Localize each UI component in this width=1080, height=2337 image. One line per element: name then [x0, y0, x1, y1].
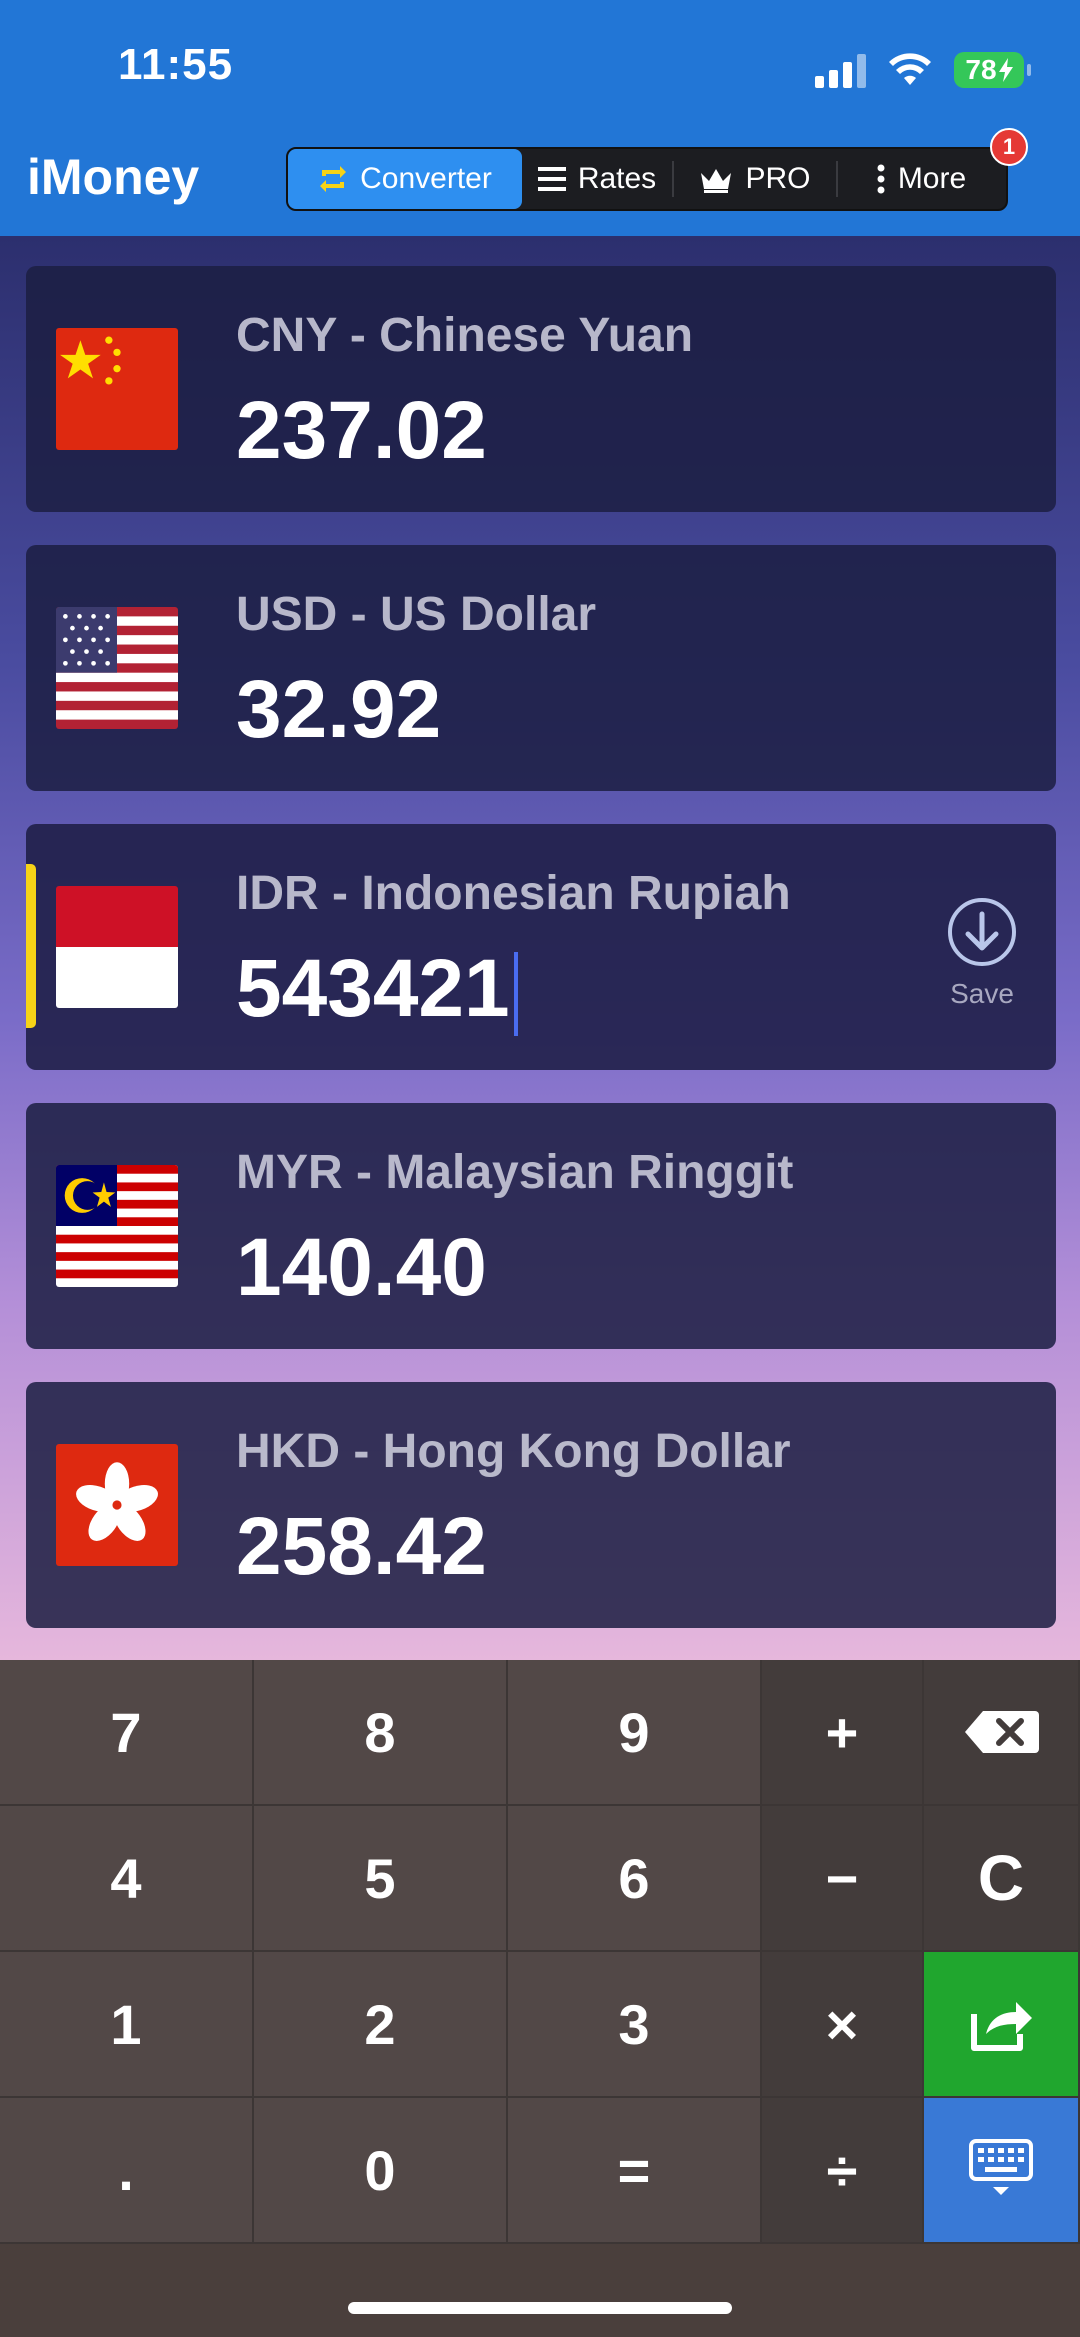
tab-more-label: More: [897, 162, 967, 195]
key-4[interactable]: 4: [0, 1806, 254, 1952]
currency-row-usd[interactable]: USD - US Dollar 32.92: [26, 545, 1056, 791]
tab-pro-label: PRO: [745, 162, 811, 195]
currency-amount: 543421: [236, 943, 510, 1034]
share-icon: [971, 2002, 1032, 2051]
home-indicator[interactable]: [348, 2302, 732, 2314]
key-0[interactable]: 0: [254, 2098, 508, 2244]
currency-amount: 140.40: [236, 1222, 487, 1313]
key-plus[interactable]: +: [762, 1660, 924, 1806]
battery-level: 78: [965, 54, 997, 85]
selected-indicator: [26, 864, 36, 1028]
save-button[interactable]: Save: [942, 896, 1022, 1010]
key-multiply[interactable]: ×: [762, 1952, 924, 2098]
currency-row-idr[interactable]: IDR - Indonesian Rupiah 543421 Save: [26, 824, 1056, 1070]
tab-converter[interactable]: Converter: [288, 149, 522, 209]
tab-pro[interactable]: PRO: [674, 149, 836, 209]
key-divide[interactable]: ÷: [762, 2098, 924, 2244]
hongkong-flag-icon: [56, 1444, 178, 1566]
status-icons: 78: [815, 50, 1031, 90]
notification-badge: 1: [990, 128, 1028, 166]
key-1[interactable]: 1: [0, 1952, 254, 2098]
currency-amount-input[interactable]: 543421: [236, 942, 518, 1037]
app-title: iMoney: [27, 149, 200, 205]
crown-icon: [701, 169, 732, 193]
currency-amount: 258.42: [236, 1501, 487, 1592]
key-9[interactable]: 9: [508, 1660, 762, 1806]
indonesia-flag-icon: [56, 886, 178, 1008]
us-flag-icon: [56, 607, 178, 729]
key-minus[interactable]: −: [762, 1806, 924, 1952]
currency-name: CNY - Chinese Yuan: [236, 309, 694, 362]
tab-rates[interactable]: Rates: [522, 149, 672, 209]
currency-amount: 32.92: [236, 664, 442, 755]
tab-converter-label: Converter: [360, 162, 492, 195]
wifi-icon: [889, 53, 931, 85]
currency-row-hkd[interactable]: HKD - Hong Kong Dollar 258.42: [26, 1382, 1056, 1628]
charging-bolt-icon: [998, 58, 1013, 82]
calculator-keypad: 7 8 9 + 4 5 6 − C 1 2 3 × . 0 = ÷: [0, 1660, 1080, 2337]
currency-name: IDR - Indonesian Rupiah: [236, 867, 791, 920]
app-header: 11:55 78 iMoney Converter Rates PRO More…: [0, 0, 1080, 236]
swap-icon: [320, 166, 347, 192]
converter-list: CNY - Chinese Yuan 237.02 USD - US Dolla: [0, 236, 1080, 1660]
battery-icon: 78: [954, 52, 1031, 88]
list-icon: [537, 167, 566, 191]
currency-row-myr[interactable]: MYR - Malaysian Ringgit 140.40: [26, 1103, 1056, 1349]
key-equals[interactable]: =: [508, 2098, 762, 2244]
currency-row-cny[interactable]: CNY - Chinese Yuan 237.02: [26, 266, 1056, 512]
save-label: Save: [950, 978, 1014, 1009]
key-5[interactable]: 5: [254, 1806, 508, 1952]
backspace-icon: [965, 1711, 1039, 1753]
key-8[interactable]: 8: [254, 1660, 508, 1806]
backspace-key[interactable]: [924, 1660, 1080, 1806]
nav-segmented-control: Converter Rates PRO More: [286, 147, 1008, 211]
china-flag-icon: [56, 328, 178, 450]
key-2[interactable]: 2: [254, 1952, 508, 2098]
keyboard-key[interactable]: [924, 2098, 1080, 2244]
key-6[interactable]: 6: [508, 1806, 762, 1952]
tab-rates-label: Rates: [577, 162, 657, 195]
key-7[interactable]: 7: [0, 1660, 254, 1806]
currency-name: HKD - Hong Kong Dollar: [236, 1425, 791, 1478]
key-decimal[interactable]: .: [0, 2098, 254, 2244]
more-vertical-icon: [877, 164, 885, 194]
status-time: 11:55: [118, 40, 234, 89]
currency-name: MYR - Malaysian Ringgit: [236, 1146, 794, 1199]
currency-amount: 237.02: [236, 385, 487, 476]
text-caret: [513, 952, 518, 1037]
cellular-signal-icon: [815, 52, 866, 88]
tab-more[interactable]: More: [838, 149, 1004, 209]
download-circle-icon: [948, 898, 1016, 966]
home-area: [0, 2244, 1080, 2337]
keyboard-icon: [969, 2139, 1033, 2195]
key-3[interactable]: 3: [508, 1952, 762, 2098]
key-clear[interactable]: C: [924, 1806, 1080, 1952]
malaysia-flag-icon: [56, 1165, 178, 1287]
currency-name: USD - US Dollar: [236, 588, 597, 641]
share-key[interactable]: [924, 1952, 1080, 2098]
